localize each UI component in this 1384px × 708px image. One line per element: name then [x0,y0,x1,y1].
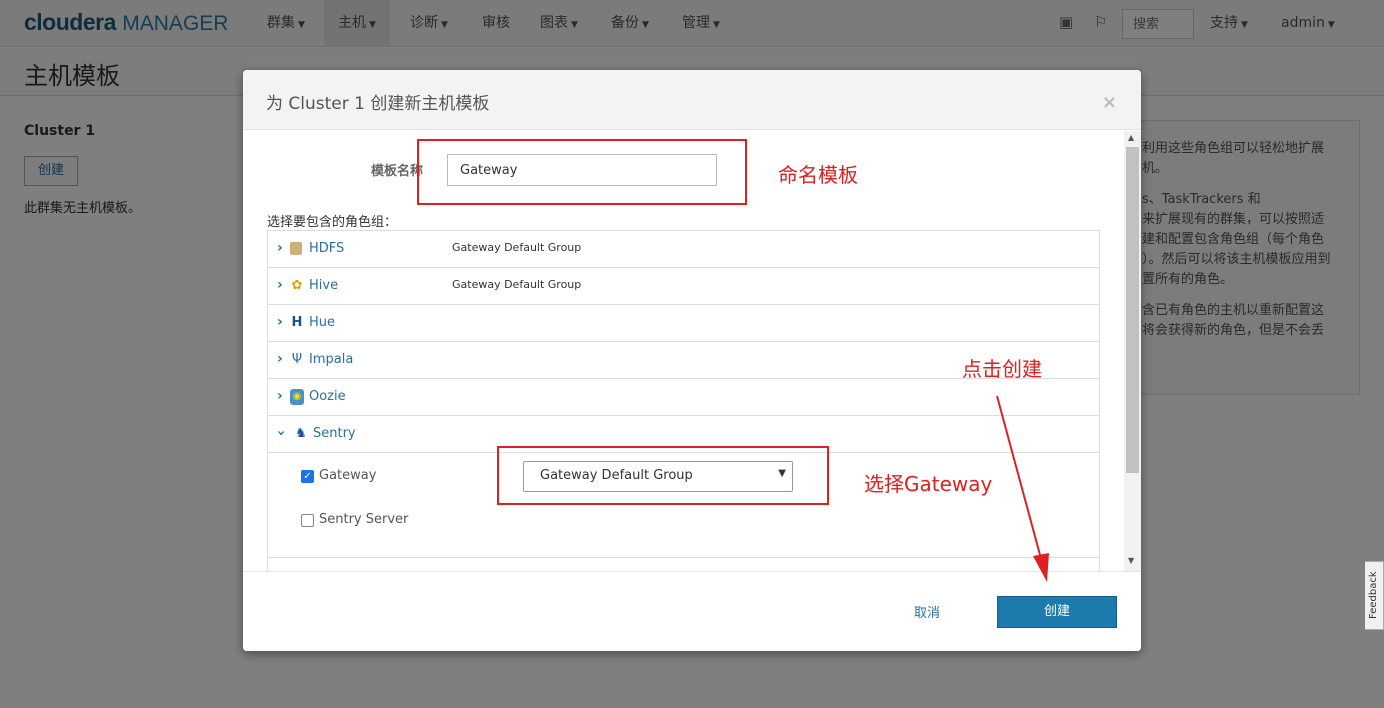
annotation-arrow [996,395,1049,582]
